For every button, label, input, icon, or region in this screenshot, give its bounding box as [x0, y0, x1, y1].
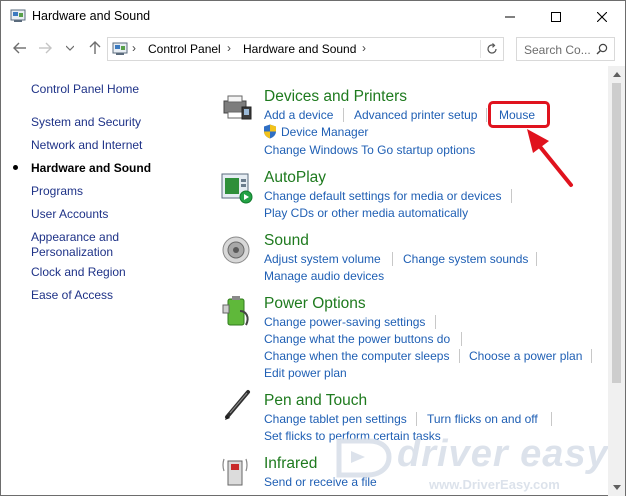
change-sleep-link[interactable]: Change when the computer sleeps — [264, 349, 449, 363]
link-separator — [392, 252, 393, 266]
link-separator — [591, 349, 592, 363]
sidebar-item-control-panel-home[interactable]: Control Panel Home — [31, 82, 139, 96]
change-power-buttons-link[interactable]: Change what the power buttons do — [264, 332, 450, 346]
power-options-title[interactable]: Power Options — [264, 295, 366, 313]
edit-power-plan-link[interactable]: Edit power plan — [264, 366, 347, 380]
pen-icon[interactable] — [220, 389, 254, 423]
scroll-up-icon — [612, 72, 621, 77]
window-title: Hardware and Sound — [32, 9, 151, 23]
device-manager-link[interactable]: Device Manager — [281, 125, 368, 139]
sidebar-item-clock-and-region[interactable]: Clock and Region — [31, 265, 126, 279]
link-separator — [435, 315, 436, 329]
sidebar-item-appearance-and-personalization[interactable]: Appearance and Personalization — [31, 230, 141, 260]
maximize-button[interactable] — [533, 1, 579, 32]
play-cds-link[interactable]: Play CDs or other media automatically — [264, 206, 468, 220]
navigation-bar: › Control Panel › Hardware and Sound › S… — [1, 32, 625, 66]
driver-easy-logo-icon — [336, 438, 392, 478]
sidebar-item-ease-of-access[interactable]: Ease of Access — [31, 288, 113, 302]
watermark-brand: driver easy — [397, 433, 609, 475]
manage-audio-devices-link[interactable]: Manage audio devices — [264, 269, 384, 283]
search-placeholder[interactable]: Search Co... — [524, 43, 591, 57]
address-bar[interactable]: › Control Panel › Hardware and Sound › — [107, 37, 504, 61]
scroll-down-icon — [612, 485, 621, 490]
title-bar: Hardware and Sound — [1, 1, 625, 32]
sidebar-item-network-and-internet[interactable]: Network and Internet — [31, 138, 142, 152]
red-arrow-annotation — [527, 129, 573, 187]
add-a-device-link[interactable]: Add a device — [264, 108, 333, 122]
devices-and-printers-title[interactable]: Devices and Printers — [264, 88, 407, 106]
mouse-highlight-box — [488, 101, 550, 128]
up-button[interactable] — [85, 38, 105, 58]
breadcrumb-chevron-icon: › — [132, 41, 136, 55]
forward-button[interactable] — [35, 38, 55, 58]
close-button[interactable] — [579, 1, 625, 32]
change-windows-to-go-link[interactable]: Change Windows To Go startup options — [264, 143, 475, 157]
control-panel-icon — [10, 9, 26, 22]
sidebar-item-hardware-and-sound[interactable]: Hardware and Sound — [31, 161, 151, 175]
watermark-url: www.DriverEasy.com — [429, 477, 560, 492]
address-divider — [480, 40, 481, 58]
infrared-icon[interactable] — [220, 453, 254, 487]
sidebar-item-system-and-security[interactable]: System and Security — [31, 115, 141, 129]
breadcrumb-chevron-icon[interactable]: › — [227, 41, 231, 55]
breadcrumb-chevron-icon[interactable]: › — [362, 41, 366, 55]
sidebar-item-user-accounts[interactable]: User Accounts — [31, 207, 108, 221]
adjust-system-volume-link[interactable]: Adjust system volume — [264, 252, 381, 266]
link-separator — [551, 412, 552, 426]
minimize-button[interactable] — [487, 1, 533, 32]
forward-arrow-icon — [39, 42, 52, 54]
control-panel-window: Hardware and Sound › Control Panel › Har… — [0, 0, 626, 496]
refresh-button[interactable] — [484, 40, 500, 58]
battery-icon[interactable] — [220, 295, 254, 329]
maximize-icon — [551, 11, 561, 22]
change-power-saving-link[interactable]: Change power-saving settings — [264, 315, 425, 329]
close-icon — [597, 11, 607, 22]
chevron-down-icon — [66, 45, 74, 51]
breadcrumb-control-panel[interactable]: Control Panel — [148, 42, 221, 56]
back-button[interactable] — [10, 38, 30, 58]
back-arrow-icon — [13, 42, 26, 54]
change-default-settings-link[interactable]: Change default settings for media or dev… — [264, 189, 501, 203]
pen-and-touch-title[interactable]: Pen and Touch — [264, 392, 367, 410]
uac-shield-icon — [264, 124, 276, 139]
autoplay-title[interactable]: AutoPlay — [264, 169, 326, 187]
driver-easy-watermark: driver easy www.DriverEasy.com — [329, 433, 609, 495]
link-separator — [459, 349, 460, 363]
link-separator — [536, 252, 537, 266]
link-separator — [343, 108, 344, 122]
sound-title[interactable]: Sound — [264, 232, 309, 250]
link-separator — [511, 189, 512, 203]
breadcrumb-hardware-and-sound[interactable]: Hardware and Sound — [243, 42, 356, 56]
devices-and-printers-icon[interactable] — [220, 93, 254, 127]
infrared-title[interactable]: Infrared — [264, 455, 317, 473]
search-box[interactable]: Search Co... — [516, 37, 615, 61]
current-item-bullet — [13, 165, 18, 170]
change-tablet-pen-link[interactable]: Change tablet pen settings — [264, 412, 407, 426]
autoplay-icon[interactable] — [220, 171, 254, 205]
change-system-sounds-link[interactable]: Change system sounds — [403, 252, 528, 266]
advanced-printer-setup-link[interactable]: Advanced printer setup — [354, 108, 477, 122]
vertical-scrollbar[interactable] — [608, 66, 625, 496]
choose-power-plan-link[interactable]: Choose a power plan — [469, 349, 582, 363]
minimize-icon — [505, 16, 515, 17]
control-panel-icon — [112, 42, 128, 55]
link-separator — [416, 412, 417, 426]
speaker-icon[interactable] — [220, 234, 254, 268]
scroll-up-button[interactable] — [608, 66, 625, 83]
up-arrow-icon — [89, 41, 101, 54]
scroll-thumb[interactable] — [612, 83, 621, 383]
refresh-icon — [487, 43, 497, 54]
scroll-down-button[interactable] — [608, 479, 625, 496]
link-separator — [486, 108, 487, 122]
recent-locations-button[interactable] — [63, 38, 77, 58]
link-separator — [461, 332, 462, 346]
search-icon — [596, 43, 608, 55]
turn-flicks-link[interactable]: Turn flicks on and off — [427, 412, 538, 426]
sidebar-item-programs[interactable]: Programs — [31, 184, 83, 198]
